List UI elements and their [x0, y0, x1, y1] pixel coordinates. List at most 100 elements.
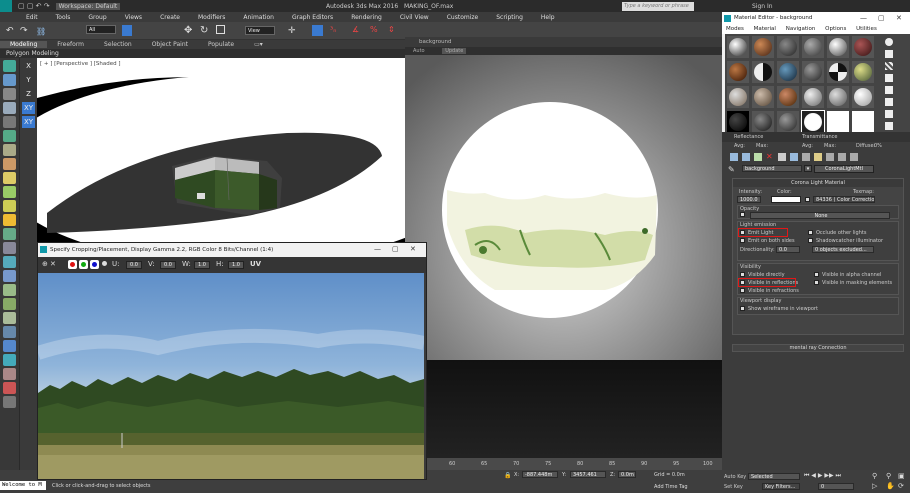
zoom-all-icon[interactable]: ⚲: [886, 472, 891, 480]
axis-x-button[interactable]: X: [22, 60, 35, 72]
perspective-viewport[interactable]: [ + ] [Perspective ] [Shaded ]: [37, 58, 405, 243]
axis-y-button[interactable]: Y: [22, 74, 35, 86]
uv-toggle[interactable]: UV: [250, 260, 261, 268]
menu-item[interactable]: Help: [532, 14, 564, 21]
ref-coord-dropdown[interactable]: View: [245, 26, 275, 35]
sample-slot[interactable]: [802, 36, 824, 58]
field-of-view-icon[interactable]: ▷: [872, 482, 877, 490]
w-field[interactable]: 1.0: [194, 261, 210, 269]
zoom-extents-icon[interactable]: ▣: [898, 472, 905, 480]
key-filters-button[interactable]: Key Filters...: [762, 483, 800, 490]
app-logo[interactable]: [0, 0, 12, 12]
go-to-parent-icon[interactable]: [838, 153, 846, 161]
video-color-icon[interactable]: [885, 86, 893, 94]
menu-item[interactable]: Utilities: [856, 26, 877, 32]
sample-slot[interactable]: [777, 61, 799, 83]
u-field[interactable]: 0.0: [126, 261, 142, 269]
menu-item[interactable]: Options: [825, 26, 846, 32]
polygon-modeling-panel[interactable]: Polygon Modeling: [0, 49, 405, 58]
select-manipulate-icon[interactable]: [312, 25, 323, 36]
tool-icon[interactable]: ⊕: [42, 260, 48, 268]
nurbs-icon[interactable]: [3, 340, 16, 352]
search-input[interactable]: Type a keyword or phrase: [622, 1, 694, 11]
show-wireframe-checkbox[interactable]: [740, 306, 745, 311]
material-name-field[interactable]: background: [742, 165, 802, 172]
sample-slot[interactable]: [827, 61, 849, 83]
mono-button[interactable]: [102, 261, 107, 266]
visible-masking-checkbox[interactable]: [814, 280, 819, 285]
green-channel-button[interactable]: [79, 260, 88, 269]
uv-tiling-icon[interactable]: [885, 74, 893, 82]
rotate-icon[interactable]: ↻: [200, 25, 208, 36]
put-to-scene-icon[interactable]: [742, 153, 750, 161]
opacity-checkbox[interactable]: [740, 212, 745, 217]
z-coordinate-field[interactable]: 0.0m: [618, 471, 636, 478]
visible-alpha-checkbox[interactable]: [814, 272, 819, 277]
menu-item[interactable]: Tools: [47, 14, 80, 21]
timeline-ruler[interactable]: 60 65 70 75 80 85 90 95 100: [405, 458, 722, 470]
zoom-icon[interactable]: ⚲: [872, 472, 877, 480]
door-icon[interactable]: [3, 354, 16, 366]
tab-selection[interactable]: Selection: [94, 41, 142, 48]
particle-icon[interactable]: [3, 284, 16, 296]
rollout-title[interactable]: Corona Light Material: [733, 179, 903, 187]
sample-slot[interactable]: [752, 61, 774, 83]
sample-slot[interactable]: [777, 86, 799, 108]
menu-item[interactable]: Group: [79, 14, 115, 21]
menu-item[interactable]: Navigation: [786, 26, 816, 32]
menu-item[interactable]: Customize: [438, 14, 488, 21]
box-icon[interactable]: [3, 88, 16, 100]
sphere-icon[interactable]: [3, 74, 16, 86]
add-time-tag[interactable]: Add Time Tag: [654, 484, 688, 490]
percent-snap-icon[interactable]: %: [370, 25, 378, 34]
maxscript-listener[interactable]: Welcome to M: [0, 481, 46, 490]
tab-modeling[interactable]: Modeling: [0, 41, 48, 48]
helper-icon[interactable]: [3, 200, 16, 212]
plane-icon[interactable]: [3, 116, 16, 128]
shape-icon[interactable]: [3, 270, 16, 282]
sample-slot[interactable]: [802, 61, 824, 83]
material-preview-viewport[interactable]: background Auto Update: [405, 37, 722, 493]
directionality-field[interactable]: 0.0: [776, 246, 800, 253]
x-coordinate-field[interactable]: -887.448m: [522, 471, 558, 478]
axis-xy-cycle-button[interactable]: XY: [22, 116, 35, 128]
sample-slot[interactable]: [727, 111, 749, 133]
torus-icon[interactable]: [3, 130, 16, 142]
close-icon[interactable]: ✕: [896, 14, 902, 22]
sample-slot[interactable]: [827, 36, 849, 58]
material-id-icon[interactable]: [802, 153, 810, 161]
occlude-lights-checkbox[interactable]: [808, 230, 813, 235]
compound-icon[interactable]: [3, 312, 16, 324]
texmap-checkbox[interactable]: [805, 197, 810, 202]
make-unique-icon[interactable]: [778, 153, 786, 161]
update-button[interactable]: Update: [442, 48, 467, 54]
menu-item[interactable]: Modifiers: [189, 14, 234, 21]
set-key-button[interactable]: Set Key: [724, 484, 743, 490]
intensity-field[interactable]: 1000.0: [737, 196, 761, 203]
eyedropper-icon[interactable]: ✎: [728, 165, 735, 174]
menu-item[interactable]: Create: [151, 14, 189, 21]
scale-icon[interactable]: [216, 25, 225, 34]
assign-material-icon[interactable]: [754, 153, 762, 161]
pan-icon[interactable]: ✋: [886, 482, 895, 490]
pyramid-icon[interactable]: [3, 158, 16, 170]
sample-slot[interactable]: [852, 36, 874, 58]
system-icon[interactable]: [3, 256, 16, 268]
opacity-map-button[interactable]: None: [750, 212, 890, 219]
select-by-material-icon[interactable]: [885, 122, 893, 130]
backlight-icon[interactable]: [885, 50, 893, 58]
sample-slot[interactable]: [727, 86, 749, 108]
v-field[interactable]: 0.0: [160, 261, 176, 269]
material-editor-window[interactable]: Material Editor - background — ▢ ✕ Modes…: [722, 12, 910, 493]
name-dropdown-arrow[interactable]: ▾: [804, 165, 812, 172]
get-material-icon[interactable]: [730, 153, 738, 161]
teapot-icon[interactable]: [3, 60, 16, 72]
selection-filter-dropdown[interactable]: All: [86, 25, 116, 34]
blue-channel-button[interactable]: [90, 260, 99, 269]
sample-slot[interactable]: [752, 86, 774, 108]
reset-map-icon[interactable]: ✕: [766, 152, 773, 161]
show-end-result-icon[interactable]: [826, 153, 834, 161]
sample-slot[interactable]: [827, 111, 849, 133]
sample-slot[interactable]: [727, 36, 749, 58]
visible-directly-checkbox[interactable]: [740, 272, 745, 277]
